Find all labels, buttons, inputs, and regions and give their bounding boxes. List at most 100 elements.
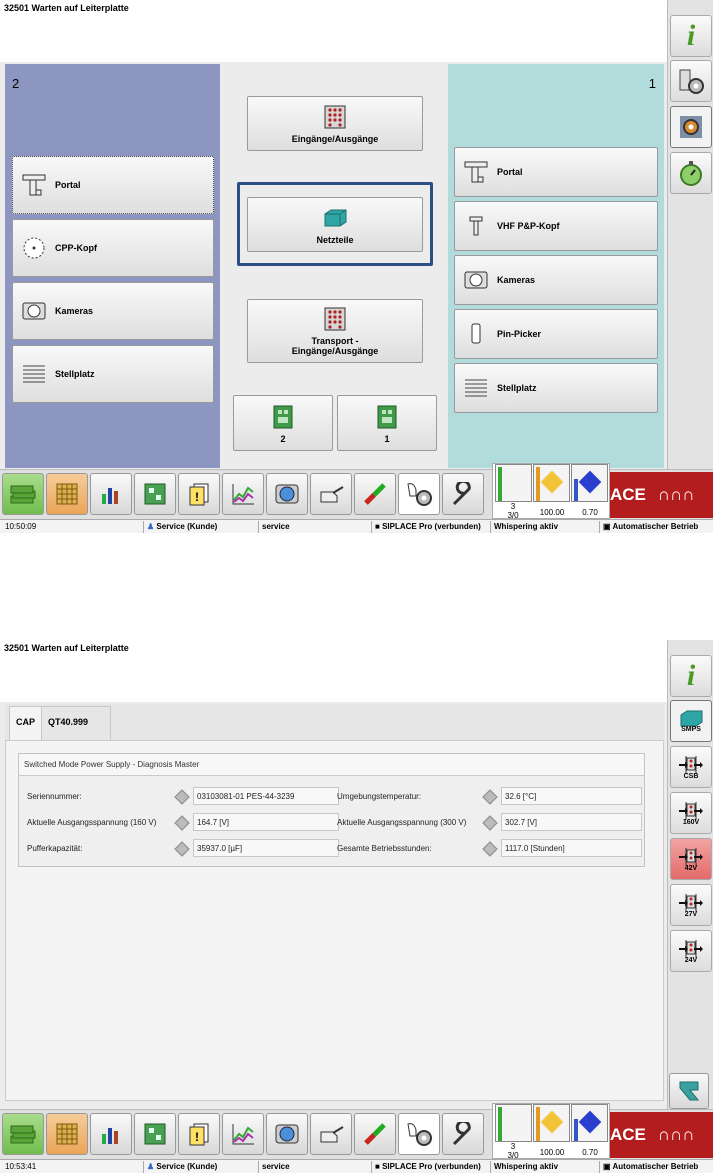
back-button[interactable] bbox=[669, 1073, 709, 1109]
vision-button[interactable] bbox=[266, 1113, 308, 1155]
pcb-icon bbox=[144, 1123, 166, 1145]
trend-button[interactable] bbox=[222, 473, 264, 515]
main-toolbar: ! 3 3/0 100.00 0.70 ACE ∩∩∩ bbox=[0, 1103, 713, 1160]
board-button[interactable] bbox=[134, 1113, 176, 1155]
operating-hours-value: 1117.0 [Stunden] bbox=[501, 839, 642, 857]
transport-io-button[interactable]: Transport - Eingänge/Ausgänge bbox=[247, 299, 423, 363]
160v-button[interactable]: 160V bbox=[670, 792, 712, 834]
pin-picker-button[interactable]: Pin-Picker bbox=[454, 309, 658, 359]
maintenance-button[interactable] bbox=[442, 1113, 484, 1155]
lens-icon bbox=[275, 1124, 299, 1144]
feeder-icon bbox=[463, 375, 489, 401]
portal-button[interactable]: Portal bbox=[454, 147, 658, 197]
pick-place-head-icon bbox=[463, 213, 489, 239]
dpm-gauge bbox=[571, 1104, 608, 1142]
output-160v-value: 164.7 [V] bbox=[193, 813, 339, 831]
tab-cap[interactable]: CAP bbox=[9, 706, 43, 742]
io-button[interactable]: Eingänge/Ausgänge bbox=[247, 96, 423, 151]
performance-gauges[interactable]: 3 3/0 100.00 0.70 bbox=[492, 463, 610, 520]
right-toolbar: i bbox=[667, 0, 713, 491]
power-supplies-button[interactable]: Netzteile bbox=[247, 197, 423, 252]
smps-button[interactable]: SMPS bbox=[670, 700, 712, 742]
portal-icon bbox=[21, 172, 47, 198]
vision-button[interactable] bbox=[266, 473, 308, 515]
portal-button[interactable]: Portal bbox=[12, 156, 214, 214]
setup-button[interactable] bbox=[46, 1113, 88, 1155]
camera-icon bbox=[463, 267, 489, 293]
throughput-gauge bbox=[495, 1104, 532, 1142]
timer-button[interactable] bbox=[670, 152, 712, 194]
27v-button[interactable]: 27V bbox=[670, 884, 712, 926]
smps-diagnosis-group: Switched Mode Power Supply - Diagnosis M… bbox=[18, 753, 645, 867]
machine-config-button[interactable] bbox=[670, 60, 712, 102]
screwdriver-icon bbox=[364, 1123, 386, 1145]
user-status[interactable]: ♟ Service (Kunde) bbox=[143, 1161, 256, 1173]
conveyor-1-label: 1 bbox=[384, 434, 390, 444]
smps-label: SMPS bbox=[681, 725, 701, 733]
feeder-table-button[interactable]: Stellplatz bbox=[454, 363, 658, 413]
24v-button[interactable]: 24V bbox=[670, 930, 712, 972]
output-300v-value: 302.7 [V] bbox=[501, 813, 642, 831]
maintenance-button[interactable] bbox=[442, 473, 484, 515]
statistics-button[interactable] bbox=[90, 1113, 132, 1155]
feeder-table-button[interactable]: Stellplatz bbox=[12, 345, 214, 403]
portal-label: Portal bbox=[497, 167, 523, 177]
csb-button[interactable]: CSB bbox=[670, 746, 712, 788]
warning-documents-icon: ! bbox=[189, 1123, 209, 1146]
conveyor-2-button[interactable]: 2 bbox=[233, 395, 333, 451]
status-bar: 10:53:41 ♟ Service (Kunde) service ■ SIP… bbox=[0, 1159, 713, 1173]
production-button[interactable] bbox=[2, 473, 44, 515]
cpp-head-button[interactable]: CPP-Kopf bbox=[12, 219, 214, 277]
oil-button[interactable] bbox=[310, 473, 352, 515]
vhf-head-button[interactable]: VHF P&P-Kopf bbox=[454, 201, 658, 251]
info-button[interactable]: i bbox=[670, 655, 712, 697]
statistics-button[interactable] bbox=[90, 473, 132, 515]
trend-button[interactable] bbox=[222, 1113, 264, 1155]
siplace-logo: ACE ∩∩∩ bbox=[610, 1112, 713, 1158]
board-button[interactable] bbox=[134, 473, 176, 515]
tools-button[interactable] bbox=[354, 1113, 396, 1155]
performance-gauges[interactable]: 3 3/0 100.00 0.70 bbox=[492, 1103, 610, 1160]
messages-button[interactable]: ! bbox=[178, 473, 220, 515]
oil-can-icon bbox=[320, 1126, 344, 1143]
field-label: Seriennummer: bbox=[27, 792, 82, 801]
supply-line-icon bbox=[679, 939, 703, 958]
server-icon: ■ bbox=[375, 1162, 380, 1171]
wrench-icon bbox=[452, 1122, 471, 1146]
info-button[interactable]: i bbox=[670, 15, 712, 57]
tools-button[interactable] bbox=[354, 473, 396, 515]
role-status: service bbox=[258, 521, 370, 533]
tab-qt40-999[interactable]: QT40.999 bbox=[41, 706, 111, 742]
messages-button[interactable]: ! bbox=[178, 1113, 220, 1155]
camera-icon bbox=[21, 298, 47, 324]
setup-button[interactable] bbox=[46, 473, 88, 515]
conveyor-1-button[interactable]: 1 bbox=[337, 395, 437, 451]
csb-label: CSB bbox=[683, 772, 699, 780]
cameras-button[interactable]: Kameras bbox=[12, 282, 214, 340]
service-button[interactable] bbox=[398, 1113, 440, 1155]
serial-number-value: 03103081-01 PES-44-3239 bbox=[193, 787, 339, 805]
line-chart-icon bbox=[232, 484, 254, 505]
machine-gear-icon bbox=[679, 69, 704, 94]
overview-screen: 32501 Warten auf Leiterplatte i 2 Portal… bbox=[0, 0, 713, 533]
bar-chart-icon bbox=[102, 488, 118, 504]
service-button[interactable] bbox=[398, 473, 440, 515]
whisper-status: Whispering aktiv bbox=[490, 521, 598, 533]
grid-icon bbox=[56, 1123, 78, 1145]
gauge-left-value: 3 3/0 bbox=[507, 1142, 519, 1160]
server-status: ■ SIPLACE Pro (verbunden) bbox=[371, 521, 489, 533]
arrow-back-icon bbox=[679, 1081, 700, 1101]
buffer-capacity-value: 35937.0 [µF] bbox=[193, 839, 339, 857]
group-title: Switched Mode Power Supply - Diagnosis M… bbox=[19, 754, 644, 776]
field-label: Umgebungstemperatur: bbox=[337, 792, 422, 801]
panel-number: 1 bbox=[648, 76, 656, 91]
cameras-button[interactable]: Kameras bbox=[454, 255, 658, 305]
42v-button[interactable]: 42V bbox=[670, 838, 712, 880]
diagnosis-button[interactable] bbox=[670, 106, 712, 148]
oil-button[interactable] bbox=[310, 1113, 352, 1155]
production-button[interactable] bbox=[2, 1113, 44, 1155]
conveyor-2-label: 2 bbox=[280, 434, 286, 444]
bar-chart-icon bbox=[102, 1128, 118, 1144]
user-status[interactable]: ♟ Service (Kunde) bbox=[143, 521, 256, 533]
power-supply-icon bbox=[322, 205, 348, 231]
